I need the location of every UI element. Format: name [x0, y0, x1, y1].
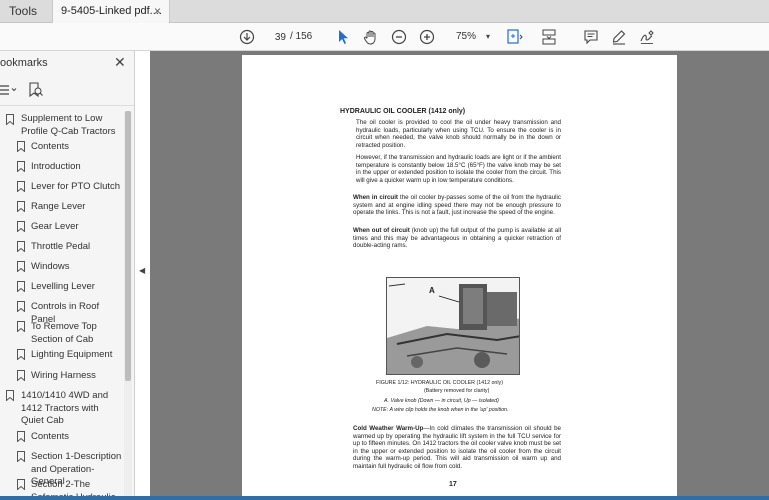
comment-icon[interactable]: [582, 28, 600, 46]
bookmark-icon: [17, 281, 25, 292]
bookmark-icon: [17, 241, 25, 252]
bookmarks-scrollbar[interactable]: [124, 111, 132, 500]
figure-image: A: [386, 277, 520, 375]
bookmark-icon: [17, 201, 25, 212]
zoom-select[interactable]: 75% ▾: [446, 29, 492, 45]
pdf-page: HYDRAULIC OIL COOLER (1412 only) The oil…: [242, 55, 677, 500]
options-menu-icon[interactable]: [0, 83, 18, 102]
bookmark-icon: [6, 114, 14, 125]
bookmark-label: Wiring Harness: [31, 370, 96, 381]
bookmark-icon: [17, 431, 25, 442]
paragraph: However, if the transmission and hydraul…: [356, 154, 561, 184]
bookmark-label: Contents: [31, 141, 70, 152]
bookmark-label: Contents: [31, 431, 70, 442]
bookmark-label: Throttle Pedal: [31, 241, 91, 252]
bookmark-icon: [6, 390, 14, 401]
zoom-in-icon[interactable]: [418, 28, 436, 46]
bookmark-icon: [17, 451, 25, 462]
toolbar: / 156 75% ▾: [0, 23, 769, 51]
bookmark-icon: [17, 221, 25, 232]
hand-icon[interactable]: [362, 28, 380, 46]
chevron-down-icon: ▾: [485, 32, 490, 41]
page-fit-icon[interactable]: [506, 28, 524, 46]
close-panel-icon[interactable]: ✕: [114, 54, 126, 71]
figure-caption: (Battery removed for clarity): [424, 388, 490, 394]
paragraph-lead: When in circuit: [353, 194, 398, 201]
highlight-pen-icon[interactable]: [610, 28, 628, 46]
bookmark-icon: [17, 261, 25, 272]
bookmark-icon: [17, 301, 25, 312]
bookmark-label: Range Lever: [31, 201, 86, 212]
figure-note: NOTE: A wire clip holds the knob when in…: [372, 407, 509, 413]
status-strip: [0, 496, 769, 500]
bookmark-label: Lever for PTO Clutch: [31, 181, 121, 192]
bookmark-icon: [17, 161, 25, 172]
sign-icon[interactable]: [638, 28, 656, 46]
scrollbar-thumb[interactable]: [125, 111, 131, 381]
bookmark-icon: [17, 370, 25, 381]
tab-document-label: 9-5405-Linked pdf....: [61, 5, 162, 17]
tab-tools[interactable]: Tools: [0, 0, 46, 23]
bookmark-label: Lighting Equipment: [31, 349, 113, 360]
bookmark-label: Introduction: [31, 161, 81, 172]
tab-document[interactable]: 9-5405-Linked pdf.... ×: [52, 0, 170, 23]
bookmark-label: Gear Lever: [31, 221, 79, 232]
panel-title: ookmarks: [0, 57, 48, 69]
page-number: 17: [449, 481, 457, 488]
figure-callout: A: [429, 286, 435, 295]
paragraph-lead: When out of circuit: [353, 227, 410, 234]
paragraph-lead: Cold Weather Warm-Up: [353, 425, 424, 432]
bookmark-label: Supplement to Low Profile Q-Cab Tractors: [21, 113, 116, 137]
zoom-value: 75%: [456, 31, 477, 42]
bookmark-icon: [17, 349, 25, 360]
paragraph: The oil cooler is provided to cool the o…: [356, 119, 561, 149]
section-heading: HYDRAULIC OIL COOLER (1412 only): [340, 108, 466, 115]
tab-bar: Tools 9-5405-Linked pdf.... ×: [0, 0, 769, 23]
bookmarks-panel: ookmarks ✕ Supplement to Low Profile Q-C…: [0, 51, 135, 500]
bookmark-icon: [17, 479, 25, 490]
document-viewport[interactable]: HYDRAULIC OIL COOLER (1412 only) The oil…: [150, 51, 769, 500]
bookmark-label: To Remove Top Section of Cab: [31, 321, 97, 345]
bookmark-icon: [17, 321, 25, 332]
bookmark-label: 1410/1410 4WD and 1412 Tractors with Qui…: [21, 390, 109, 426]
paragraph: Cold Weather Warm-Up—In cold climates th…: [353, 425, 561, 471]
paragraph: When in circuit the oil cooler by-passes…: [353, 194, 561, 217]
panel-tools: [0, 81, 134, 103]
zoom-out-icon[interactable]: [390, 28, 408, 46]
figure-caption: FIGURE 1/12: HYDRAULIC OIL COOLER (1412 …: [376, 380, 503, 386]
download-circle-icon[interactable]: [238, 28, 256, 46]
page-number-input[interactable]: [262, 29, 286, 45]
bookmark-label: Windows: [31, 261, 70, 272]
bookmark-icon: [17, 181, 25, 192]
paragraph: When out of circuit (knob up) the full o…: [353, 227, 561, 250]
total-pages: / 156: [290, 31, 313, 42]
tab-close-icon[interactable]: ×: [154, 0, 161, 23]
panel-divider: [0, 105, 134, 106]
figure-caption: A. Valve knob (Down — in circuit, Up — i…: [384, 398, 499, 404]
paragraph-body: —In cold climates the transmission oil s…: [353, 425, 561, 470]
collapse-panel-icon[interactable]: ◀: [139, 266, 145, 275]
bookmark-icon: [17, 141, 25, 152]
find-bookmark-icon[interactable]: [28, 82, 44, 103]
bookmark-label: Levelling Lever: [31, 281, 95, 292]
select-arrow-icon[interactable]: [334, 28, 352, 46]
scroll-mode-icon[interactable]: [540, 28, 558, 46]
